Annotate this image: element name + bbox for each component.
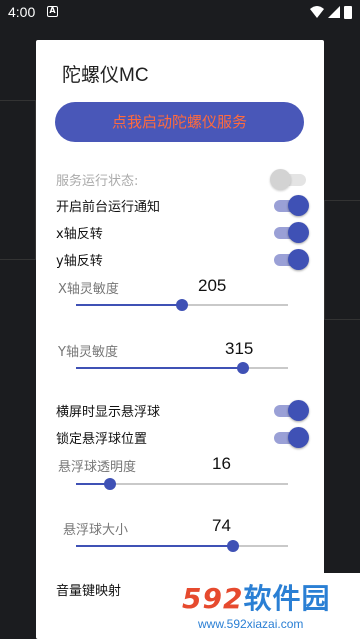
watermark-url: www.592xiazai.com bbox=[198, 617, 304, 631]
y-sensitivity-value: 315 bbox=[225, 339, 254, 358]
toggle-row-y-invert: y轴反转 bbox=[56, 248, 309, 270]
status-bar: 4:00 A bbox=[0, 0, 360, 24]
toggle-row-service-status: 服务运行状态: bbox=[56, 168, 306, 190]
x-sensitivity-label: X轴灵敏度 bbox=[58, 282, 119, 297]
background-app-shape bbox=[324, 200, 360, 320]
signal-icon bbox=[328, 6, 340, 18]
float-ball-opacity-slider[interactable] bbox=[76, 477, 288, 491]
toggle-row-x-invert: x轴反转 bbox=[56, 221, 309, 243]
x-invert-switch[interactable] bbox=[274, 221, 310, 243]
toggle-label: 开启前台运行通知 bbox=[56, 200, 161, 215]
wifi-icon bbox=[310, 6, 324, 18]
watermark-numbers: 592 bbox=[182, 582, 244, 615]
slider-thumb[interactable] bbox=[237, 362, 250, 374]
toggle-label: x轴反转 bbox=[56, 227, 103, 242]
battery-icon bbox=[344, 5, 352, 19]
start-service-button[interactable]: 点我启动陀螺仪服务 bbox=[55, 102, 304, 142]
x-sensitivity-slider[interactable] bbox=[76, 298, 288, 312]
watermark-text: 软件园 bbox=[243, 582, 331, 615]
status-time: 4:00 bbox=[8, 4, 36, 20]
y-sensitivity-slider[interactable] bbox=[76, 361, 288, 375]
float-ball-size-value: 74 bbox=[212, 516, 231, 535]
float-ball-opacity-value: 16 bbox=[212, 454, 231, 473]
toggle-row-foreground-notification: 开启前台运行通知 bbox=[56, 194, 309, 216]
float-ball-size-label: 悬浮球大小 bbox=[63, 523, 129, 538]
toggle-label: 横屏时显示悬浮球 bbox=[56, 405, 161, 420]
service-status-switch[interactable] bbox=[270, 168, 310, 190]
foreground-notification-switch[interactable] bbox=[274, 194, 310, 216]
toggle-label: 服务运行状态: bbox=[56, 174, 139, 189]
toggle-row-lock-float-ball: 锁定悬浮球位置 bbox=[56, 426, 309, 448]
toggle-row-landscape-float-ball: 横屏时显示悬浮球 bbox=[56, 399, 309, 421]
background-app-shape bbox=[0, 100, 36, 260]
slider-thumb[interactable] bbox=[226, 540, 239, 552]
slider-thumb[interactable] bbox=[176, 299, 188, 311]
settings-dialog: 陀螺仪MC 点我启动陀螺仪服务 服务运行状态: 开启前台运行通知 x轴反转 y轴… bbox=[36, 40, 324, 639]
toggle-label: y轴反转 bbox=[56, 254, 103, 269]
landscape-float-ball-switch[interactable] bbox=[274, 399, 310, 421]
notification-a-icon: A bbox=[47, 6, 58, 17]
lock-float-ball-switch[interactable] bbox=[274, 426, 310, 448]
slider-thumb[interactable] bbox=[103, 478, 116, 490]
watermark-logo: 592软件园 www.592xiazai.com bbox=[176, 573, 360, 639]
y-invert-switch[interactable] bbox=[274, 248, 310, 270]
toggle-label: 锁定悬浮球位置 bbox=[56, 432, 148, 447]
status-icons bbox=[310, 5, 352, 19]
float-ball-opacity-label: 悬浮球透明度 bbox=[58, 460, 137, 475]
dialog-title: 陀螺仪MC bbox=[62, 65, 149, 86]
float-ball-size-slider[interactable] bbox=[76, 539, 288, 553]
toggle-label: 音量键映射 bbox=[56, 584, 122, 599]
watermark-brand: 592软件园 bbox=[182, 577, 330, 617]
x-sensitivity-value: 205 bbox=[198, 276, 227, 295]
y-sensitivity-label: Y轴灵敏度 bbox=[58, 345, 118, 360]
